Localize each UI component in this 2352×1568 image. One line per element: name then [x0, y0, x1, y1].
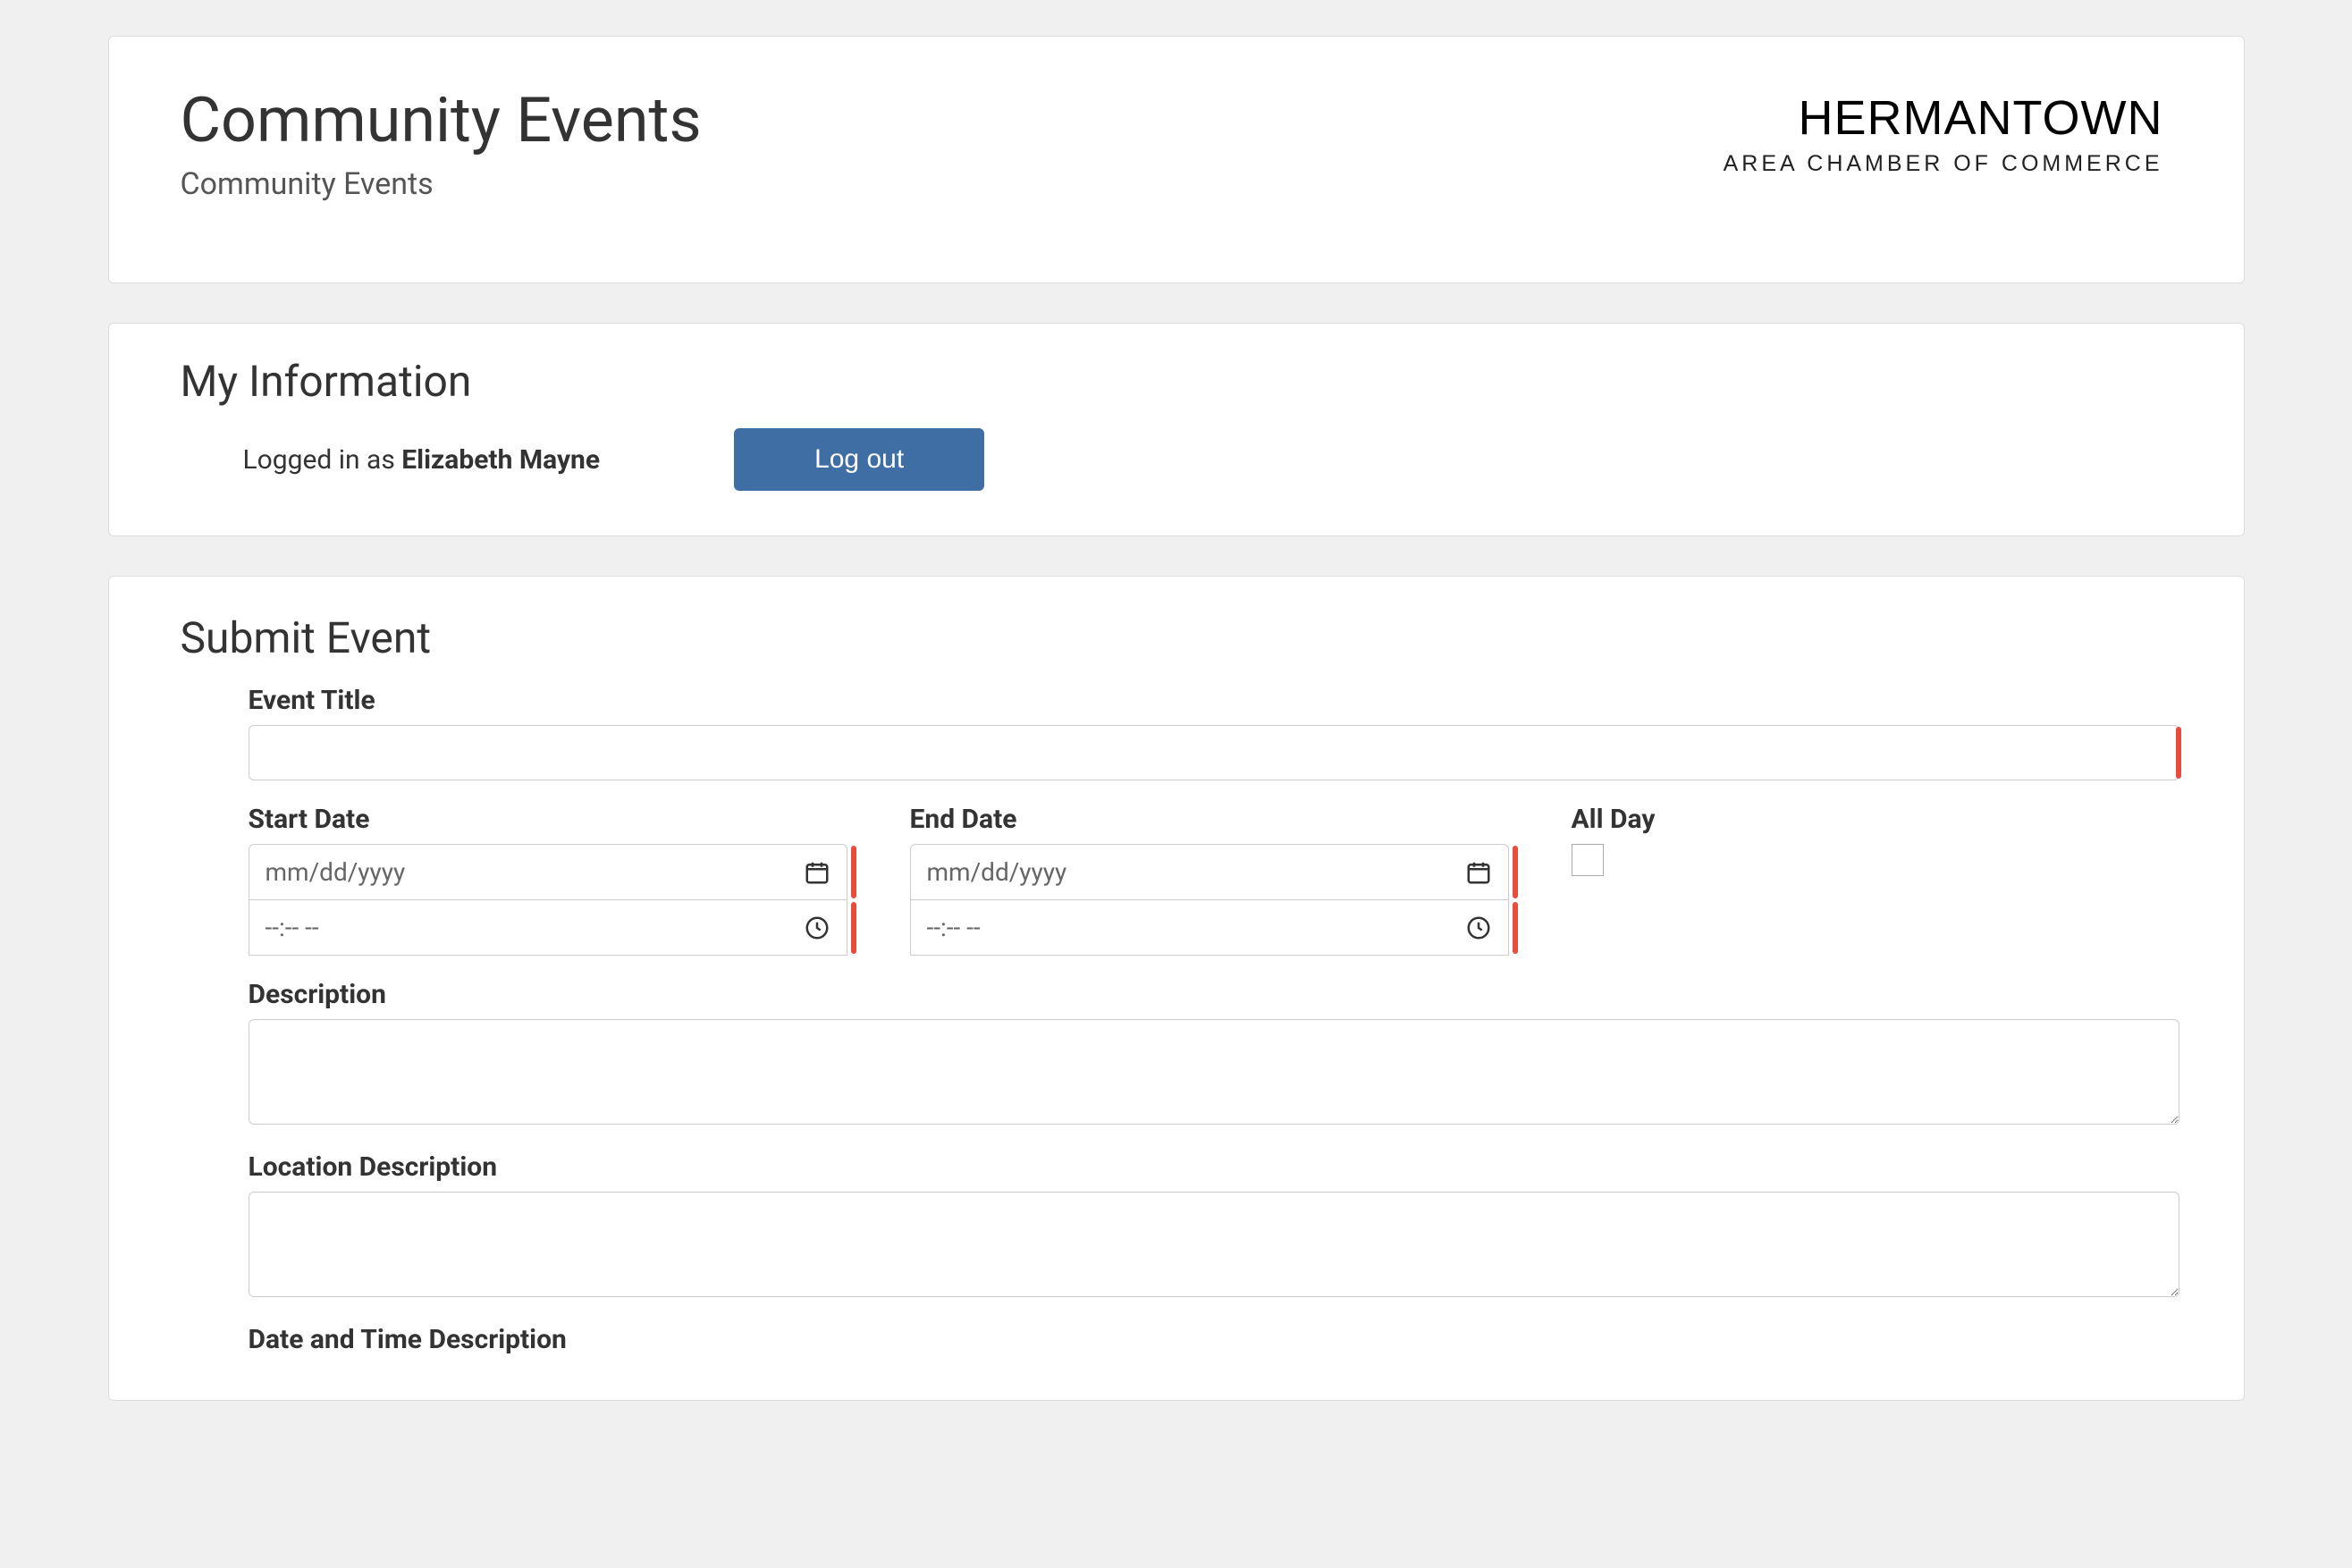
all-day-checkbox[interactable]	[1572, 844, 1604, 876]
start-date-value: mm/dd/yyyy	[266, 857, 406, 887]
my-information-title: My Information	[181, 356, 2172, 407]
header-card: Community Events Community Events HERMAN…	[108, 36, 2245, 283]
logo-line-1: HERMANTOWN	[1724, 94, 2163, 142]
start-date-label: Start Date	[249, 804, 847, 835]
location-description-textarea[interactable]	[249, 1192, 2179, 1297]
clock-icon	[804, 915, 830, 941]
end-date-label: End Date	[910, 804, 1509, 835]
logged-in-prefix: Logged in as	[243, 444, 402, 476]
clock-icon	[1465, 915, 1492, 941]
end-time-input[interactable]: --:-- --	[910, 900, 1509, 956]
start-time-value: --:-- --	[266, 913, 319, 942]
submit-event-card: Submit Event Event Title Start Date mm/d…	[108, 576, 2245, 1401]
event-title-label: Event Title	[249, 685, 2172, 716]
my-information-card: My Information Logged in as Elizabeth Ma…	[108, 323, 2245, 536]
event-title-input[interactable]	[249, 725, 2179, 780]
calendar-icon	[804, 859, 830, 886]
all-day-label: All Day	[1572, 804, 1656, 835]
description-label: Description	[249, 979, 2172, 1010]
description-textarea[interactable]	[249, 1019, 2179, 1125]
logged-in-text: Logged in as Elizabeth Mayne	[243, 444, 601, 476]
logout-button[interactable]: Log out	[734, 428, 984, 491]
header-text-block: Community Events Community Events	[181, 87, 702, 202]
datetime-description-label: Date and Time Description	[249, 1324, 2172, 1355]
logo-line-2: AREA CHAMBER OF COMMERCE	[1724, 151, 2163, 177]
logged-in-username: Elizabeth Mayne	[401, 444, 600, 476]
submit-event-title: Submit Event	[181, 612, 2172, 663]
org-logo: HERMANTOWN AREA CHAMBER OF COMMERCE	[1724, 87, 2172, 177]
end-date-input[interactable]: mm/dd/yyyy	[910, 844, 1509, 900]
page-subtitle: Community Events	[181, 166, 702, 202]
start-date-input[interactable]: mm/dd/yyyy	[249, 844, 847, 900]
page-title: Community Events	[181, 87, 702, 156]
end-date-value: mm/dd/yyyy	[927, 857, 1067, 887]
start-time-input[interactable]: --:-- --	[249, 900, 847, 956]
location-description-label: Location Description	[249, 1151, 2172, 1183]
calendar-icon	[1465, 859, 1492, 886]
end-time-value: --:-- --	[927, 913, 981, 942]
